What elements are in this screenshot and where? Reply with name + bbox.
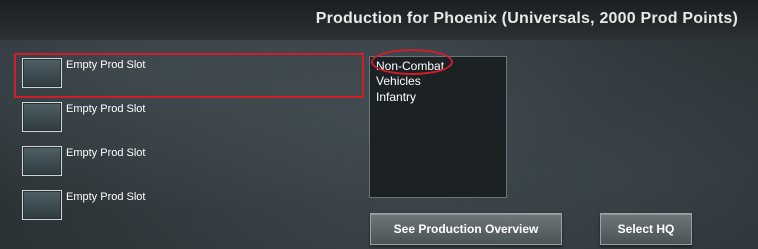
select-hq-button[interactable]: Select HQ	[600, 213, 692, 245]
slot-icon	[22, 146, 62, 176]
category-item-infantry[interactable]: Infantry	[376, 90, 416, 104]
category-highlight-circle	[371, 49, 453, 75]
prod-slot-3[interactable]: Empty Prod Slot	[22, 146, 322, 176]
slot-label: Empty Prod Slot	[66, 103, 146, 115]
category-item-vehicles[interactable]: Vehicles	[376, 74, 421, 88]
category-list[interactable]: Non-Combat Vehicles Infantry	[369, 56, 507, 198]
title-bar: Production for Phoenix (Universals, 2000…	[0, 0, 758, 40]
prod-slot-4[interactable]: Empty Prod Slot	[22, 190, 322, 220]
slot-label: Empty Prod Slot	[66, 191, 146, 203]
slot-label: Empty Prod Slot	[66, 147, 146, 159]
page-title: Production for Phoenix (Universals, 2000…	[315, 10, 738, 27]
see-production-overview-button[interactable]: See Production Overview	[370, 213, 562, 245]
slot-icon	[22, 102, 62, 132]
prod-slot-2[interactable]: Empty Prod Slot	[22, 102, 322, 132]
slot-highlight-rectangle	[14, 53, 364, 98]
slot-icon	[22, 190, 62, 220]
